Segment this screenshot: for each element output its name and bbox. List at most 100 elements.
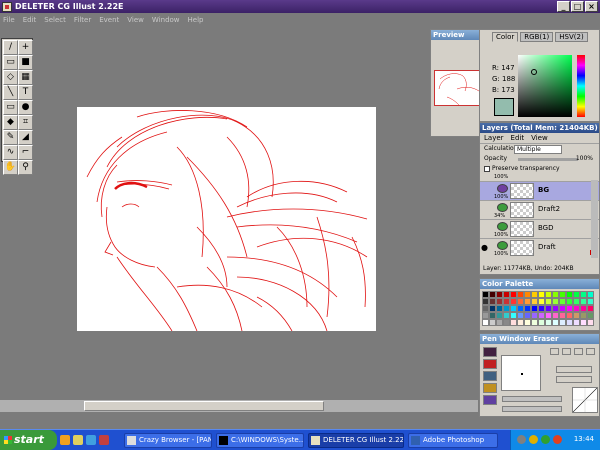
menu-select[interactable]: Select: [44, 16, 66, 24]
palette-swatch[interactable]: [573, 312, 580, 319]
palette-swatch[interactable]: [496, 298, 503, 305]
palette-swatch[interactable]: [580, 298, 587, 305]
blob-icon[interactable]: ●: [18, 100, 33, 115]
palette-swatch[interactable]: [510, 319, 517, 326]
palette-swatch[interactable]: [524, 319, 531, 326]
palette-swatch[interactable]: [482, 319, 489, 326]
palette-swatch[interactable]: [496, 305, 503, 312]
palette-swatch[interactable]: [545, 305, 552, 312]
taskbar-item-photoshop[interactable]: Adobe Photoshop: [408, 433, 498, 448]
palette-swatch[interactable]: [531, 319, 538, 326]
pen-option-button[interactable]: [550, 348, 559, 355]
tab-rgb[interactable]: RGB(1): [520, 32, 554, 42]
palette-swatch[interactable]: [517, 305, 524, 312]
palette-swatch[interactable]: [524, 298, 531, 305]
palette-swatch[interactable]: [531, 305, 538, 312]
layer-mode-icon[interactable]: [497, 222, 508, 231]
palette-swatch[interactable]: [566, 291, 573, 298]
taskbar-item-deleter[interactable]: DELETER CG Illust 2.22E: [308, 433, 404, 448]
layers-menu-edit[interactable]: Edit: [511, 134, 525, 142]
palette-swatch[interactable]: [545, 291, 552, 298]
preview-thumbnail[interactable]: [434, 70, 481, 106]
layer-row-bgd[interactable]: 100% BGD: [480, 219, 599, 238]
pen-density-slider[interactable]: [502, 406, 562, 412]
palette-swatch[interactable]: [482, 298, 489, 305]
drawing-canvas[interactable]: [77, 107, 376, 332]
palette-swatch[interactable]: [517, 291, 524, 298]
palette-swatch[interactable]: [580, 312, 587, 319]
rect-icon[interactable]: ▭: [3, 100, 18, 115]
zoom-icon[interactable]: ⚲: [18, 160, 33, 175]
move-icon[interactable]: +: [18, 40, 33, 55]
pressure-curve[interactable]: [572, 387, 598, 413]
palette-swatch[interactable]: [566, 298, 573, 305]
palette-swatch[interactable]: [566, 305, 573, 312]
taskbar-item-cmd[interactable]: C:\WINDOWS\Syste...: [216, 433, 304, 448]
pen-option-button[interactable]: [556, 366, 592, 373]
palette-swatch[interactable]: [524, 305, 531, 312]
preserve-transparency-checkbox[interactable]: [484, 165, 490, 172]
grid-icon[interactable]: ▦: [18, 70, 33, 85]
palette-swatch[interactable]: [580, 305, 587, 312]
palette-swatch[interactable]: [510, 312, 517, 319]
tray-icon[interactable]: [541, 435, 550, 444]
palette-swatch[interactable]: [538, 312, 545, 319]
color-cursor[interactable]: [531, 69, 537, 75]
palette-swatch[interactable]: [552, 305, 559, 312]
palette-swatch[interactable]: [538, 291, 545, 298]
brush-icon[interactable]: ✎: [3, 130, 18, 145]
pen-option-button[interactable]: [586, 348, 595, 355]
lasso-icon[interactable]: ◇: [3, 70, 18, 85]
palette-swatch[interactable]: [559, 305, 566, 312]
tray-icon[interactable]: [553, 435, 562, 444]
palette-swatch[interactable]: [587, 291, 594, 298]
palette-swatch[interactable]: [538, 298, 545, 305]
tab-hsv[interactable]: HSV(2): [555, 32, 588, 42]
curve-icon[interactable]: ∿: [3, 145, 18, 160]
layer-row-draft[interactable]: ● 100% Draft: [480, 238, 599, 257]
crop-icon[interactable]: ⌗: [18, 115, 33, 130]
palette-swatch[interactable]: [510, 291, 517, 298]
palette-swatch[interactable]: [587, 298, 594, 305]
palette-swatch[interactable]: [552, 291, 559, 298]
fill-black-icon[interactable]: ■: [18, 55, 33, 70]
palette-swatch[interactable]: [517, 319, 524, 326]
palette-swatch[interactable]: [545, 319, 552, 326]
palette-swatch[interactable]: [496, 319, 503, 326]
palette-swatch[interactable]: [566, 312, 573, 319]
palette-swatch[interactable]: [531, 312, 538, 319]
palette-swatch[interactable]: [552, 312, 559, 319]
pen-preset[interactable]: [483, 359, 497, 369]
tray-icon[interactable]: [517, 435, 526, 444]
palette-swatch[interactable]: [559, 312, 566, 319]
pen-preset[interactable]: [483, 383, 497, 393]
menu-event[interactable]: Event: [99, 16, 119, 24]
start-button[interactable]: start: [0, 430, 57, 450]
layers-scrollbar[interactable]: [591, 180, 598, 258]
pen-preset[interactable]: [483, 347, 497, 357]
palette-swatch[interactable]: [559, 291, 566, 298]
saturation-value-picker[interactable]: [518, 55, 572, 117]
palette-swatch[interactable]: [552, 319, 559, 326]
menu-help[interactable]: Help: [188, 16, 204, 24]
palette-swatch[interactable]: [559, 319, 566, 326]
palette-swatch[interactable]: [566, 319, 573, 326]
palette-swatch[interactable]: [503, 319, 510, 326]
opacity-slider[interactable]: [518, 158, 578, 161]
palette-swatch[interactable]: [587, 305, 594, 312]
palette-swatch[interactable]: [489, 298, 496, 305]
palette-swatch[interactable]: [510, 298, 517, 305]
palette-swatch[interactable]: [587, 319, 594, 326]
quicklaunch-icon[interactable]: [73, 435, 83, 445]
palette-swatch[interactable]: [573, 319, 580, 326]
layers-menu-layer[interactable]: Layer: [484, 134, 504, 142]
palette-swatch[interactable]: [552, 298, 559, 305]
calculation-select[interactable]: Multiple: [514, 145, 562, 154]
hue-slider[interactable]: [577, 55, 585, 117]
tab-color[interactable]: Color: [492, 32, 519, 42]
palette-swatch[interactable]: [531, 291, 538, 298]
layer-row-draft2[interactable]: 34% Draft2: [480, 200, 599, 219]
hand-icon[interactable]: ✋: [3, 160, 18, 175]
quicklaunch-icon[interactable]: [60, 435, 70, 445]
palette-swatch[interactable]: [573, 298, 580, 305]
